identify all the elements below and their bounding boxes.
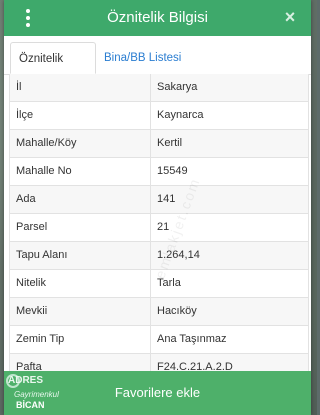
attribute-key: Tapu Alanı: [10, 242, 151, 269]
agency-logo: ADRES Gayrimenkul BİCAN: [4, 372, 62, 414]
panel-title: Öznitelik Bilgisi: [107, 9, 208, 26]
tab-bar: Öznitelik Bilgisi Bina/BB Listesi: [4, 36, 311, 97]
table-row: Mevkii Hacıköy: [10, 298, 308, 326]
close-icon[interactable]: ×: [279, 6, 301, 28]
attribute-value: Kertil: [157, 137, 183, 149]
logo-name: BİCAN: [16, 400, 45, 410]
table-row: Mahalle No 15549: [10, 158, 308, 186]
attribute-value: Kaynarca: [157, 109, 204, 121]
attribute-value: Hacıköy: [157, 305, 197, 317]
attribute-value: Tarla: [157, 277, 181, 289]
attribute-key: Mahalle No: [10, 158, 151, 185]
attribute-key: Ada: [10, 186, 151, 213]
table-row: Ada 141: [10, 186, 308, 214]
logo-brand: ADRES: [8, 375, 44, 386]
tab-attribute-info[interactable]: Öznitelik Bilgisi: [10, 42, 96, 97]
table-row: Mahalle/Köy Kertil: [10, 130, 308, 158]
attribute-key: Mevkii: [10, 298, 151, 325]
attribute-table: İl Sakarya İlçe Kaynarca Mahalle/Köy Ker…: [9, 74, 309, 382]
attribute-value: Sakarya: [157, 81, 198, 93]
logo-script: Gayrimenkul: [14, 390, 59, 399]
table-row: Parsel 21: [10, 214, 308, 242]
attribute-key: Nitelik: [10, 270, 151, 297]
tab-building-list[interactable]: Bina/BB Listesi: [96, 42, 189, 74]
attribute-value: 15549: [157, 165, 188, 177]
attribute-key: İl: [10, 74, 151, 101]
attribute-key: İlçe: [10, 102, 151, 129]
table-row: İlçe Kaynarca: [10, 102, 308, 130]
panel-header: Öznitelik Bilgisi ×: [4, 0, 311, 36]
table-row: İl Sakarya: [10, 74, 308, 102]
attribute-panel: Öznitelik Bilgisi × Öznitelik Bilgisi Bi…: [4, 0, 311, 415]
attribute-key: Parsel: [10, 214, 151, 241]
attribute-value: 21: [157, 221, 170, 233]
attribute-key: Mahalle/Köy: [10, 130, 151, 157]
attribute-value: 1.264,14: [157, 249, 200, 261]
attribute-key: Zemin Tip: [10, 326, 151, 353]
table-row: Tapu Alanı 1.264,14: [10, 242, 308, 270]
attribute-value: 141: [157, 193, 176, 205]
table-row: Zemin Tip Ana Taşınmaz: [10, 326, 308, 354]
attribute-value: Ana Taşınmaz: [157, 333, 227, 345]
table-row: Nitelik Tarla: [10, 270, 308, 298]
